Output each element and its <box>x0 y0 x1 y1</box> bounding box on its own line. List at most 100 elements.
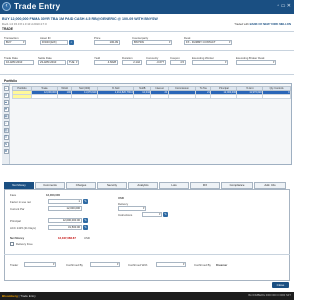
confirmed-by-select[interactable] <box>90 262 120 267</box>
principal-label: Principal <box>10 219 21 223</box>
net-money-label: Net Money <box>10 236 25 240</box>
trader-label: Trader <box>10 263 19 267</box>
delivery-free-label: Delivery Free <box>16 242 33 246</box>
tab-fix[interactable]: FIX <box>190 182 220 189</box>
traded-with-name: BANK OF NEW YORK MELLON <box>249 22 291 26</box>
allocate-icon[interactable]: ▤ <box>3 114 9 119</box>
counterparty-select[interactable]: BNYSW <box>132 40 172 45</box>
table-row-empty[interactable] <box>12 94 291 99</box>
confirmed-by-value-label: Confirmed By <box>194 263 211 267</box>
coupon-value: 4.5 <box>170 60 186 65</box>
factor-label: Factor in use net <box>10 200 31 204</box>
confirmed-with-label: Confirmed With <box>128 263 148 267</box>
settings-icon[interactable]: ⚙ <box>3 149 9 154</box>
table-cell[interactable] <box>262 94 291 99</box>
current-par-label: Current Par <box>10 207 25 211</box>
status-app-name: | Trade Entry <box>17 294 36 298</box>
back-icon[interactable]: ‹ <box>2 2 11 11</box>
net-money-panel <box>4 189 290 281</box>
desk-select[interactable]: FX - DUMMY CONTACT <box>184 40 232 45</box>
tab-comments[interactable]: Comments <box>35 182 65 189</box>
instructions-label: Instructions <box>118 213 133 217</box>
search-icon[interactable]: ⌕ <box>3 121 9 126</box>
current-par-input[interactable]: 12,000,000 <box>48 206 82 211</box>
traded-with: Traded with BANK OF NEW YORK MELLON <box>234 22 291 26</box>
table-cell[interactable] <box>236 94 264 99</box>
confirmed-by-value: Dreamer <box>216 263 228 267</box>
status-bar: Bloomberg | Trade Entry BLOOMBERG 0000 0… <box>0 292 294 300</box>
tab-compliance[interactable]: Compliance <box>221 182 253 189</box>
principal-input[interactable]: 12,000,000.00 <box>48 218 82 223</box>
factor-edit-icon[interactable]: ✎ <box>83 199 88 204</box>
table-cell[interactable] <box>96 94 135 99</box>
close-button[interactable]: Close <box>272 282 289 288</box>
title-bar: ‹ Trade Entry ▫ ▭ ✕ <box>0 0 294 14</box>
columns-icon[interactable]: ▥ <box>3 128 9 133</box>
table-cell[interactable] <box>12 94 32 99</box>
instructions-edit-icon[interactable]: ✎ <box>163 212 168 217</box>
move-up-icon[interactable]: ▲ <box>3 100 9 105</box>
face-value: 12,000,000 <box>46 193 60 197</box>
tab-analytics[interactable]: Analytics <box>128 182 158 189</box>
move-down-icon[interactable]: ▼ <box>3 107 9 112</box>
brand-logo: Bloomberg <box>2 294 18 298</box>
table-cell[interactable] <box>56 94 73 99</box>
tab-security[interactable]: Security <box>97 182 127 189</box>
accrued-label: ACC 1415 (21 Days) <box>10 226 36 230</box>
sort-icon[interactable]: ⇅ <box>3 142 9 147</box>
tab-charges[interactable]: Charges <box>66 182 96 189</box>
net-money-value: 12,047,066.67 <box>58 236 76 240</box>
table-cell[interactable] <box>167 94 197 99</box>
divider <box>0 31 294 32</box>
status-left: Bloomberg | Trade Entry <box>2 294 36 298</box>
duration-value: 2.142 <box>122 60 142 65</box>
tab-net-money[interactable]: Net Money <box>4 182 34 189</box>
face-label: Face <box>10 193 17 197</box>
trade-date-input[interactable]: 16-APR-2010 <box>4 60 34 65</box>
window-controls-icon[interactable]: ▫ ▭ ✕ <box>278 3 291 9</box>
delivery-select[interactable] <box>118 206 146 211</box>
table-cell[interactable] <box>30 94 58 99</box>
currency-label: USD <box>118 196 124 200</box>
status-right: BLOOMBERG 0000 000 0 0000 NFT <box>248 294 291 297</box>
net-money-currency: USD <box>84 236 90 240</box>
instructions-select[interactable] <box>142 212 162 217</box>
principal-edit-icon[interactable]: ✎ <box>83 218 88 223</box>
list-icon[interactable]: ☰ <box>3 135 9 140</box>
factor-input[interactable]: 1 <box>48 199 82 204</box>
tab-lots[interactable]: Lots <box>159 182 189 189</box>
executing-worker-select[interactable] <box>192 60 228 65</box>
traded-with-prefix: Traded with <box>234 22 249 26</box>
delete-row-icon[interactable]: ✕ <box>3 93 9 98</box>
asset-lookup-icon[interactable]: ⌕ <box>69 40 74 45</box>
asset-id-input[interactable]: FNCI0 [EIX] <box>40 40 68 45</box>
table-cell[interactable] <box>195 94 212 99</box>
table-cell[interactable] <box>133 94 152 99</box>
price-input[interactable]: 100-09 <box>94 40 120 45</box>
confirmed-by-label: Confirmed By <box>66 263 83 267</box>
settle-date-input[interactable]: 23-APR-2010 <box>38 60 66 65</box>
trade-headline: BUY 12,000,000 FNMA 30YR TBA 1M PAID CAS… <box>2 17 158 21</box>
portfolio-grid: Portfolio Trade %Notl Notl (000) % Notl … <box>12 86 291 99</box>
table-cell[interactable] <box>71 94 98 99</box>
transaction-select[interactable]: BUY <box>4 40 26 45</box>
confirmed-with-select[interactable] <box>156 262 186 267</box>
executing-broker-desk-select[interactable] <box>236 60 276 65</box>
accrued-input[interactable]: 31,500.00 <box>48 225 82 230</box>
divider <box>4 254 290 255</box>
accrued-edit-icon[interactable]: ✎ <box>83 225 88 230</box>
table-cell[interactable] <box>210 94 238 99</box>
delivery-free-checkbox[interactable] <box>10 242 14 246</box>
portfolio-toolbar: + ✕ ▲ ▼ ▤ ⌕ ▥ ☰ ⇅ ⚙ <box>2 84 10 164</box>
trade-subline: Doc1 1.0 15.0 8 1.0 10 d 2010 4:7.0 <box>2 22 47 26</box>
table-cell[interactable] <box>150 94 169 99</box>
settle-type-select[interactable]: TUE <box>67 60 79 65</box>
yield-input[interactable]: 4.6628 <box>94 60 118 65</box>
divider <box>0 50 294 51</box>
convexity-value: -0.677 <box>146 60 166 65</box>
window-title: Trade Entry <box>14 2 61 11</box>
add-row-icon[interactable]: + <box>3 86 9 91</box>
divider <box>0 74 294 75</box>
trader-select[interactable] <box>24 262 56 267</box>
tab-add-info[interactable]: Add. Info <box>254 182 286 189</box>
